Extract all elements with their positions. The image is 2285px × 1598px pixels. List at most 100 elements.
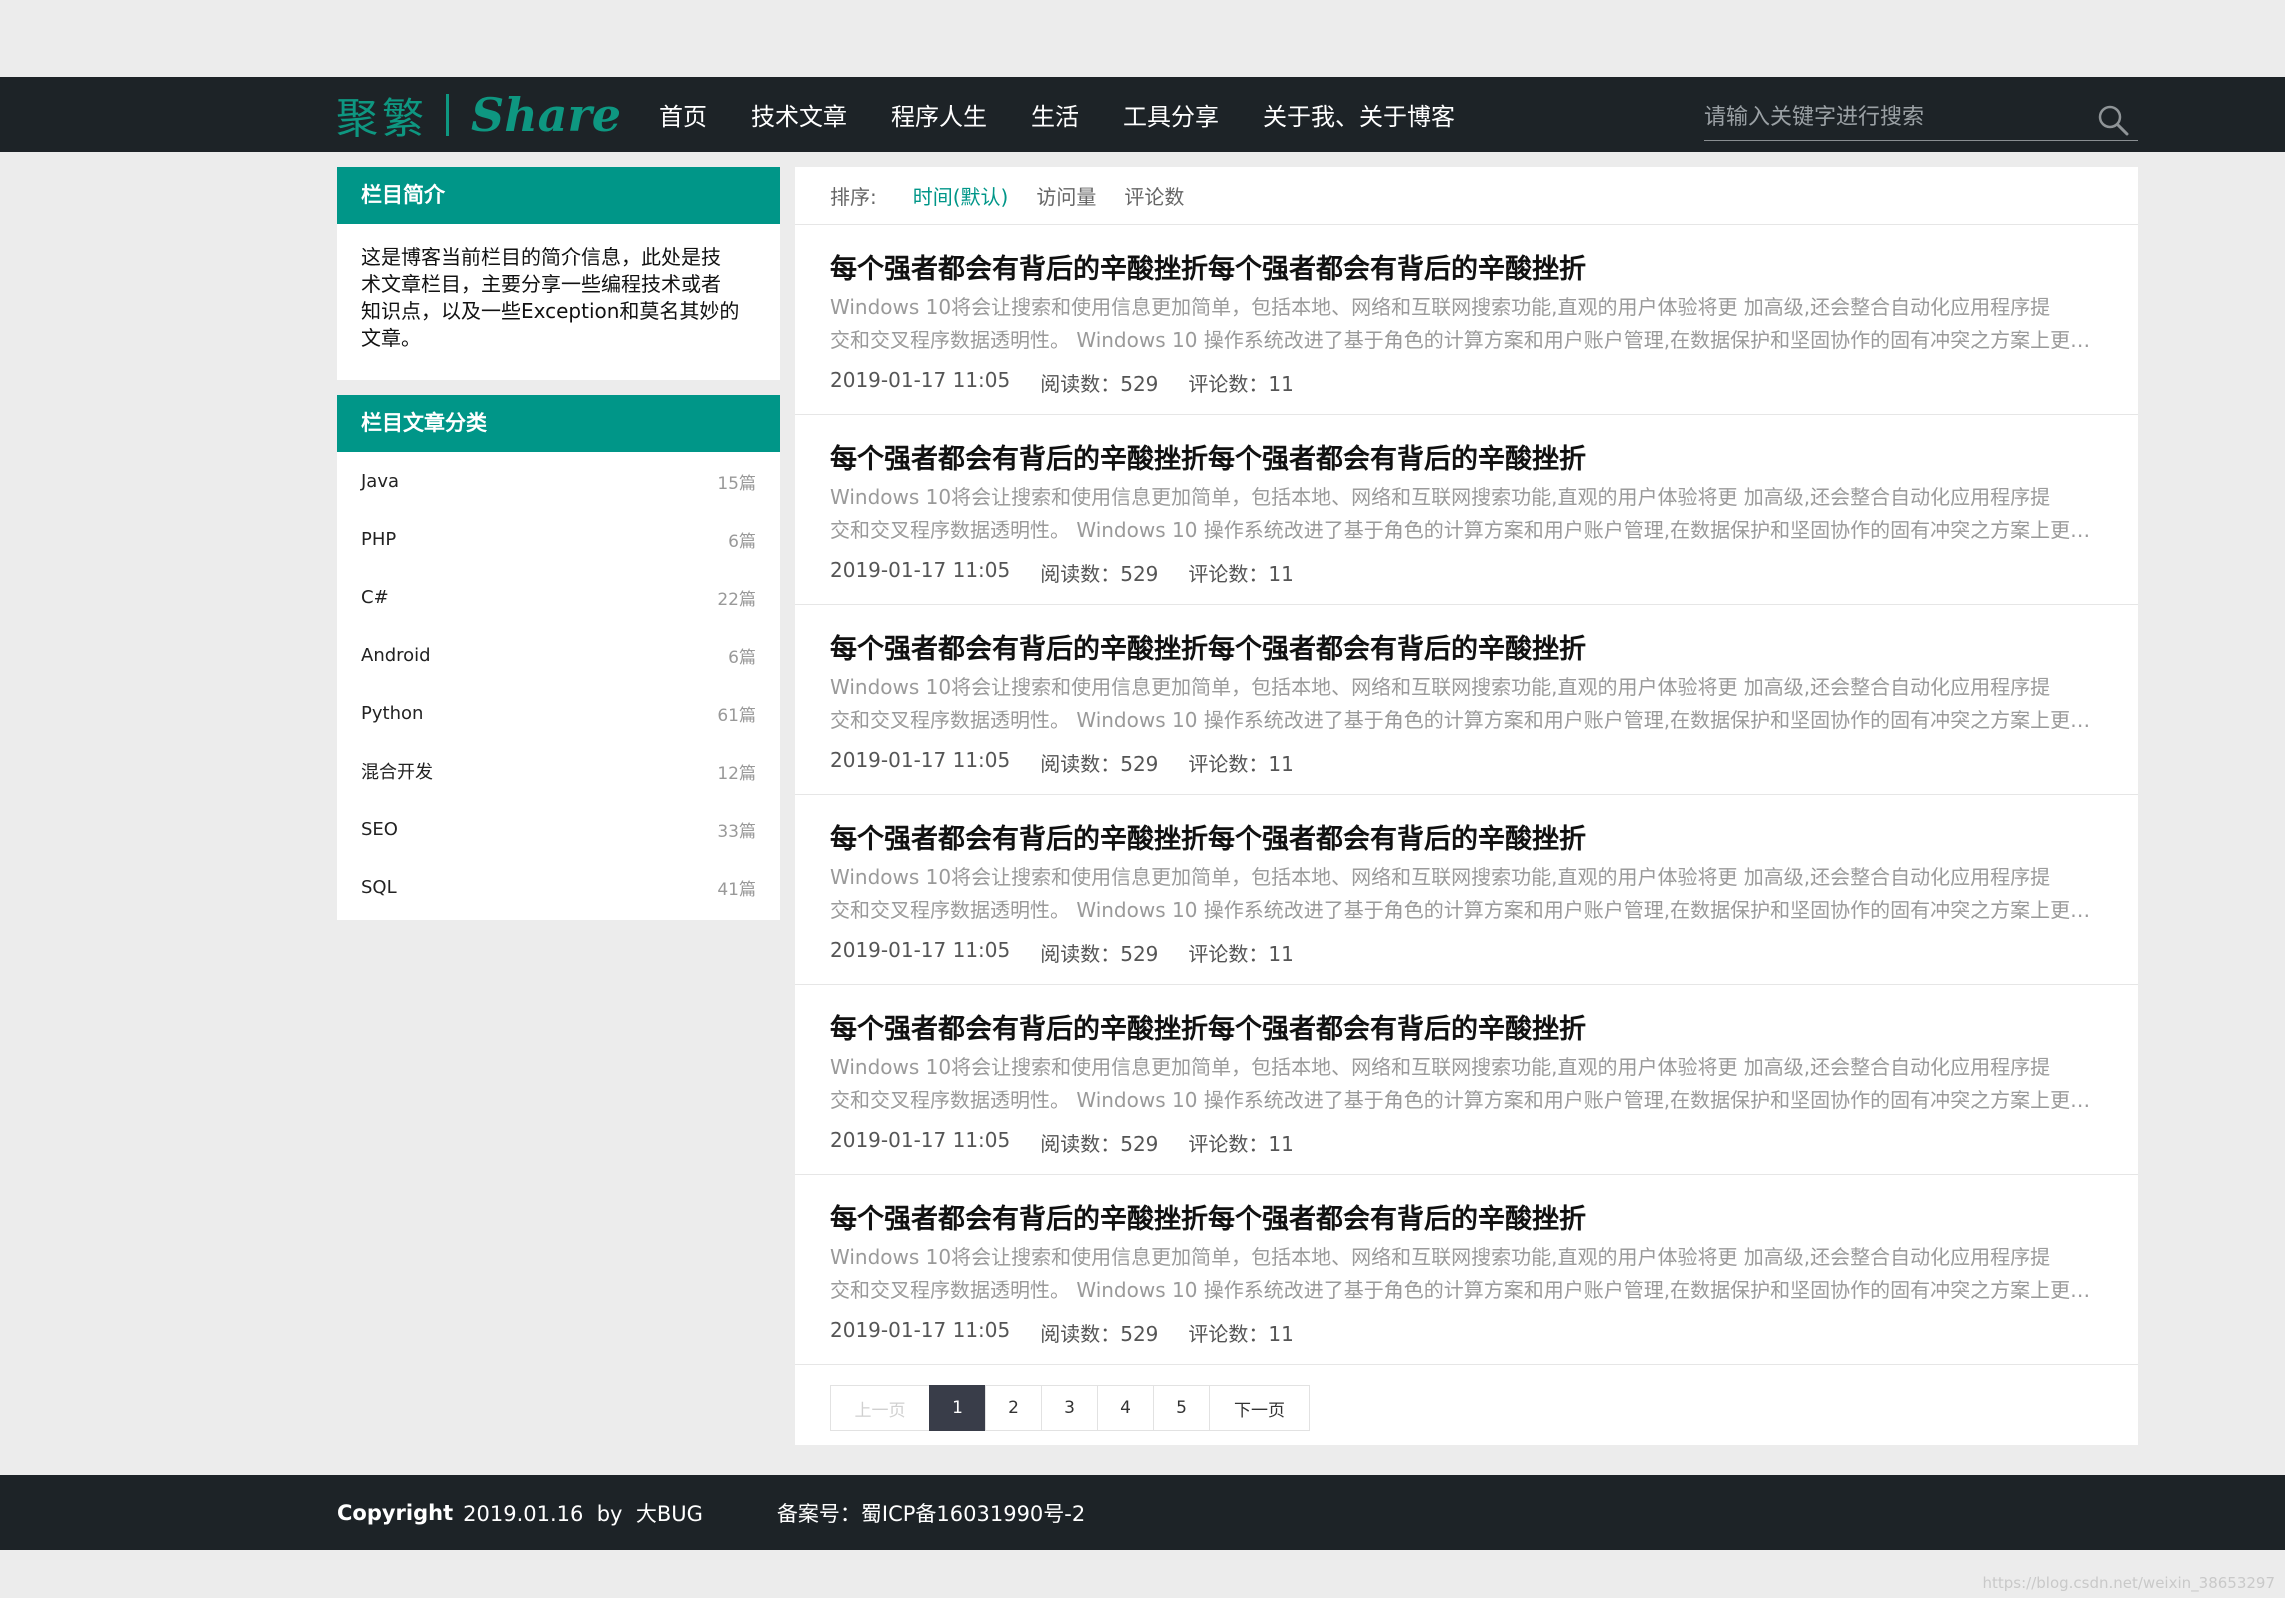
article-meta: 2019-01-17 11:05 阅读数：529 评论数：11 <box>830 558 1324 587</box>
category-count: 41篇 <box>717 879 756 900</box>
summary-line: Windows 10将会让搜索和使用信息更加简单，包括本地、网络和互联网搜索功能… <box>830 295 2051 319</box>
article-title[interactable]: 每个强者都会有背后的辛酸挫折每个强者都会有背后的辛酸挫折 <box>830 247 1586 286</box>
article-summary: Windows 10将会让搜索和使用信息更加简单，包括本地、网络和互联网搜索功能… <box>830 861 2102 927</box>
category-item-sql[interactable]: SQL 41篇 <box>361 858 756 916</box>
watermark-text: https://blog.csdn.net/weixin_38653297 <box>1982 1574 2275 1592</box>
category-item-hybrid[interactable]: 混合开发 12篇 <box>361 742 756 800</box>
intro-line: 知识点，以及一些Exception和莫名其妙的 <box>361 299 740 323</box>
category-item-csharp[interactable]: C# 22篇 <box>361 568 756 626</box>
summary-line: 交和交叉程序数据透明性。 Windows 10 操作系统改进了基于角色的计算方案… <box>830 1088 2102 1112</box>
category-item-java[interactable]: Java 15篇 <box>361 452 756 510</box>
article-title[interactable]: 每个强者都会有背后的辛酸挫折每个强者都会有背后的辛酸挫折 <box>830 1197 1586 1236</box>
category-count: 61篇 <box>717 705 756 726</box>
site-logo[interactable]: 聚繁 Share <box>336 88 621 143</box>
icp-beian[interactable]: 备案号：蜀ICP备16031990号-2 <box>777 1498 1085 1528</box>
category-item-seo[interactable]: SEO 33篇 <box>361 800 756 858</box>
top-navbar: 聚繁 Share 首页 技术文章 程序人生 生活 工具分享 关于我、关于博客 <box>0 77 2285 152</box>
search-icon[interactable] <box>2096 103 2130 137</box>
copyright-label: Copyright <box>337 1500 454 1525</box>
category-count: 6篇 <box>728 647 756 668</box>
sort-by-views[interactable]: 访问量 <box>1036 181 1096 210</box>
category-panel-title: 栏目文章分类 <box>337 395 780 452</box>
logo-cn-text: 聚繁 <box>336 93 429 143</box>
article-item: 每个强者都会有背后的辛酸挫折每个强者都会有背后的辛酸挫折 Windows 10将… <box>795 1175 2138 1365</box>
article-title[interactable]: 每个强者都会有背后的辛酸挫折每个强者都会有背后的辛酸挫折 <box>830 1007 1586 1046</box>
page-button-1[interactable]: 1 <box>929 1385 986 1431</box>
article-title[interactable]: 每个强者都会有背后的辛酸挫折每个强者都会有背后的辛酸挫折 <box>830 437 1586 476</box>
summary-line: Windows 10将会让搜索和使用信息更加简单，包括本地、网络和互联网搜索功能… <box>830 865 2051 889</box>
prev-page-button[interactable]: 上一页 <box>830 1385 930 1431</box>
article-summary: Windows 10将会让搜索和使用信息更加简单，包括本地、网络和互联网搜索功能… <box>830 671 2102 737</box>
category-name: SEO <box>361 818 398 840</box>
article-summary: Windows 10将会让搜索和使用信息更加简单，包括本地、网络和互联网搜索功能… <box>830 481 2102 547</box>
summary-line: Windows 10将会让搜索和使用信息更加简单，包括本地、网络和互联网搜索功能… <box>830 675 2051 699</box>
footer-copyright: Copyright 2019.01.16 by 大BUG 备案号：蜀ICP备16… <box>337 1475 1085 1550</box>
sort-by-comments[interactable]: 评论数 <box>1124 181 1184 210</box>
category-item-android[interactable]: Android 6篇 <box>361 626 756 684</box>
search-box <box>1704 95 2138 141</box>
article-comments: 评论数：11 <box>1188 1322 1294 1346</box>
page-button-3[interactable]: 3 <box>1041 1385 1098 1431</box>
article-meta: 2019-01-17 11:05 阅读数：529 评论数：11 <box>830 748 1324 777</box>
intro-line: 文章。 <box>361 326 421 350</box>
column-intro-title: 栏目简介 <box>337 167 780 224</box>
nav-programmer-life[interactable]: 程序人生 <box>891 97 987 132</box>
summary-line: 交和交叉程序数据透明性。 Windows 10 操作系统改进了基于角色的计算方案… <box>830 1278 2102 1302</box>
article-item: 每个强者都会有背后的辛酸挫折每个强者都会有背后的辛酸挫折 Windows 10将… <box>795 795 2138 985</box>
nav-tool-share[interactable]: 工具分享 <box>1123 97 1219 132</box>
article-title[interactable]: 每个强者都会有背后的辛酸挫折每个强者都会有背后的辛酸挫折 <box>830 627 1586 666</box>
article-reads: 阅读数：529 <box>1040 752 1159 776</box>
article-meta: 2019-01-17 11:05 阅读数：529 评论数：11 <box>830 1318 1324 1347</box>
article-comments: 评论数：11 <box>1188 372 1294 396</box>
article-date: 2019-01-17 11:05 <box>830 938 1011 962</box>
nav-life[interactable]: 生活 <box>1031 97 1079 132</box>
category-item-python[interactable]: Python 61篇 <box>361 684 756 742</box>
summary-line: 交和交叉程序数据透明性。 Windows 10 操作系统改进了基于角色的计算方案… <box>830 328 2102 352</box>
article-date: 2019-01-17 11:05 <box>830 1318 1011 1342</box>
category-count: 33篇 <box>717 821 756 842</box>
nav-home[interactable]: 首页 <box>659 97 707 132</box>
category-panel: 栏目文章分类 Java 15篇 PHP 6篇 C# 22篇 Android 6篇… <box>337 395 780 920</box>
article-reads: 阅读数：529 <box>1040 372 1159 396</box>
category-count: 15篇 <box>717 473 756 494</box>
category-name: 混合开发 <box>361 762 433 783</box>
article-reads: 阅读数：529 <box>1040 1322 1159 1346</box>
summary-line: Windows 10将会让搜索和使用信息更加简单，包括本地、网络和互联网搜索功能… <box>830 1245 2051 1269</box>
article-item: 每个强者都会有背后的辛酸挫折每个强者都会有背后的辛酸挫折 Windows 10将… <box>795 225 2138 415</box>
logo-divider <box>446 94 450 136</box>
copyright-text: 2019.01.16 by 大BUG <box>463 1501 703 1526</box>
article-item: 每个强者都会有背后的辛酸挫折每个强者都会有背后的辛酸挫折 Windows 10将… <box>795 985 2138 1175</box>
article-title[interactable]: 每个强者都会有背后的辛酸挫折每个强者都会有背后的辛酸挫折 <box>830 817 1586 856</box>
nav-tech-articles[interactable]: 技术文章 <box>751 97 847 132</box>
page-button-2[interactable]: 2 <box>985 1385 1042 1431</box>
article-item: 每个强者都会有背后的辛酸挫折每个强者都会有背后的辛酸挫折 Windows 10将… <box>795 605 2138 795</box>
site-footer: Copyright 2019.01.16 by 大BUG 备案号：蜀ICP备16… <box>0 1475 2285 1550</box>
intro-line: 术文章栏目，主要分享一些编程技术或者 <box>361 272 721 296</box>
article-comments: 评论数：11 <box>1188 942 1294 966</box>
category-count: 12篇 <box>717 763 756 784</box>
category-name: SQL <box>361 876 397 898</box>
sort-by-time[interactable]: 时间(默认) <box>913 181 1009 210</box>
article-list-panel: 排序: 时间(默认) 访问量 评论数 每个强者都会有背后的辛酸挫折每个强者都会有… <box>795 167 2138 1445</box>
intro-line: 这是博客当前栏目的简介信息，此处是技 <box>361 245 721 269</box>
article-meta: 2019-01-17 11:05 阅读数：529 评论数：11 <box>830 1128 1324 1157</box>
pagination: 上一页 1 2 3 4 5 下一页 <box>830 1385 1310 1431</box>
summary-line: Windows 10将会让搜索和使用信息更加简单，包括本地、网络和互联网搜索功能… <box>830 1055 2051 1079</box>
article-item: 每个强者都会有背后的辛酸挫折每个强者都会有背后的辛酸挫折 Windows 10将… <box>795 415 2138 605</box>
page-button-5[interactable]: 5 <box>1153 1385 1210 1431</box>
article-date: 2019-01-17 11:05 <box>830 1128 1011 1152</box>
category-item-php[interactable]: PHP 6篇 <box>361 510 756 568</box>
article-reads: 阅读数：529 <box>1040 1132 1159 1156</box>
page-button-4[interactable]: 4 <box>1097 1385 1154 1431</box>
search-input[interactable] <box>1704 95 2084 139</box>
summary-line: 交和交叉程序数据透明性。 Windows 10 操作系统改进了基于角色的计算方案… <box>830 518 2102 542</box>
summary-line: Windows 10将会让搜索和使用信息更加简单，包括本地、网络和互联网搜索功能… <box>830 485 2051 509</box>
sort-label: 排序: <box>830 185 877 209</box>
article-date: 2019-01-17 11:05 <box>830 368 1011 392</box>
category-name: Python <box>361 702 424 724</box>
category-name: Android <box>361 644 431 666</box>
column-intro-panel: 栏目简介 这是博客当前栏目的简介信息，此处是技 术文章栏目，主要分享一些编程技术… <box>337 167 780 380</box>
article-date: 2019-01-17 11:05 <box>830 558 1011 582</box>
next-page-button[interactable]: 下一页 <box>1209 1385 1310 1431</box>
nav-about[interactable]: 关于我、关于博客 <box>1263 97 1455 132</box>
